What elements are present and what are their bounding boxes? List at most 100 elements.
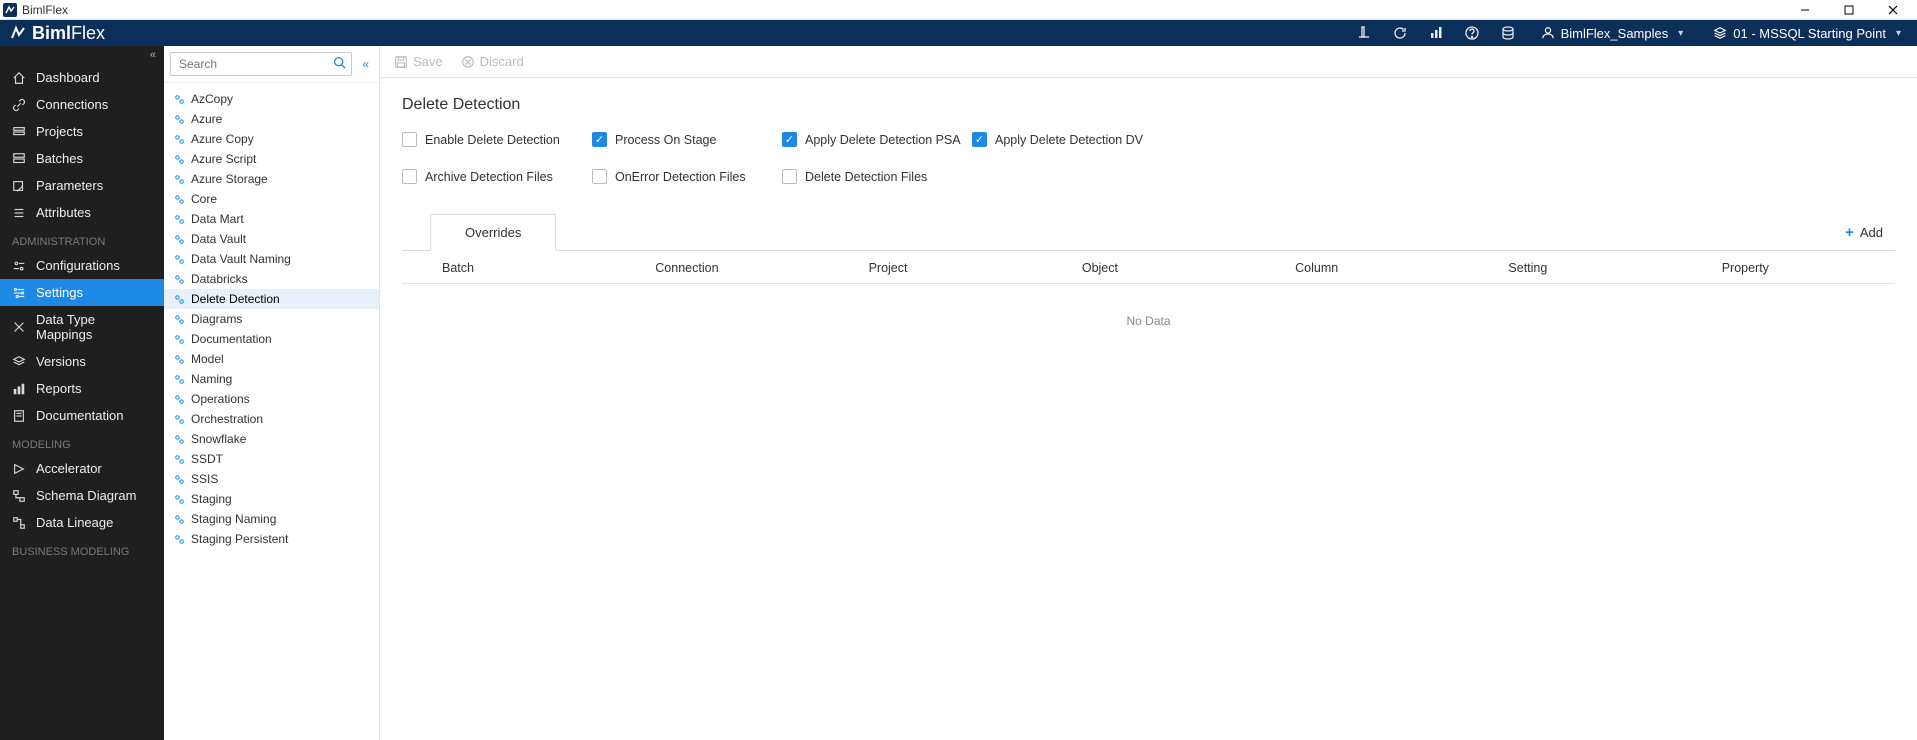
settings-item-label: Diagrams <box>191 312 242 326</box>
grid-column-batch[interactable]: Batch <box>402 261 615 275</box>
grid-column-connection[interactable]: Connection <box>615 261 828 275</box>
settings-item-label: Data Vault Naming <box>191 252 291 266</box>
customer-selector[interactable]: BimlFlex_Samples ▾ <box>1535 26 1690 41</box>
window-close-button[interactable] <box>1871 0 1915 20</box>
checkbox-apply-delete-detection-dv[interactable]: ✓Apply Delete Detection DV <box>972 132 1162 147</box>
sidebar-item-documentation[interactable]: Documentation <box>0 402 164 429</box>
config-icon <box>12 259 26 273</box>
settings-item-ssdt[interactable]: SSDT <box>164 449 379 469</box>
discard-button[interactable]: Discard <box>461 54 524 69</box>
reports-nav-icon[interactable] <box>1427 24 1445 42</box>
sidebar-item-label: Data Type Mappings <box>36 312 152 342</box>
plus-icon: + <box>1845 224 1854 241</box>
settings-item-orchestration[interactable]: Orchestration <box>164 409 379 429</box>
checkbox-box <box>402 132 417 147</box>
settings-item-staging-persistent[interactable]: Staging Persistent <box>164 529 379 549</box>
database-icon[interactable] <box>1499 24 1517 42</box>
settings-item-diagrams[interactable]: Diagrams <box>164 309 379 329</box>
attr-icon <box>12 206 26 220</box>
save-button[interactable]: Save <box>394 54 443 69</box>
gear-icon <box>174 334 185 345</box>
checkbox-process-on-stage[interactable]: ✓Process On Stage <box>592 132 782 147</box>
settings-icon <box>12 286 26 300</box>
settings-item-label: Staging Naming <box>191 512 276 526</box>
sidebar-item-dashboard[interactable]: Dashboard <box>0 64 164 91</box>
sidebar-collapse-button[interactable]: « <box>0 46 164 64</box>
sidebar-item-data-type-mappings[interactable]: Data Type Mappings <box>0 306 164 348</box>
gear-icon <box>174 474 185 485</box>
search-input[interactable] <box>170 52 352 76</box>
brand-part2: Flex <box>71 23 105 43</box>
checkbox-label: OnError Detection Files <box>615 170 746 184</box>
sidebar-item-label: Connections <box>36 97 108 112</box>
gear-icon <box>174 514 185 525</box>
settings-item-data-vault-naming[interactable]: Data Vault Naming <box>164 249 379 269</box>
gear-icon <box>174 294 185 305</box>
help-icon[interactable] <box>1463 24 1481 42</box>
settings-item-core[interactable]: Core <box>164 189 379 209</box>
settings-item-label: Data Vault <box>191 232 246 246</box>
settings-item-ssis[interactable]: SSIS <box>164 469 379 489</box>
settings-item-staging-naming[interactable]: Staging Naming <box>164 509 379 529</box>
doc-icon <box>12 409 26 423</box>
refresh-icon[interactable] <box>1391 24 1409 42</box>
settings-item-data-mart[interactable]: Data Mart <box>164 209 379 229</box>
settings-item-naming[interactable]: Naming <box>164 369 379 389</box>
version-label: 01 - MSSQL Starting Point <box>1733 26 1886 41</box>
sidebar-item-data-lineage[interactable]: Data Lineage <box>0 509 164 536</box>
checkbox-enable-delete-detection[interactable]: Enable Delete Detection <box>402 132 592 147</box>
checkbox-onerror-detection-files[interactable]: OnError Detection Files <box>592 169 782 184</box>
sidebar-item-accelerator[interactable]: Accelerator <box>0 455 164 482</box>
settings-item-snowflake[interactable]: Snowflake <box>164 429 379 449</box>
window-minimize-button[interactable] <box>1783 0 1827 20</box>
grid-column-object[interactable]: Object <box>1042 261 1255 275</box>
settings-item-model[interactable]: Model <box>164 349 379 369</box>
sidebar-item-parameters[interactable]: Parameters <box>0 172 164 199</box>
sidebar-item-connections[interactable]: Connections <box>0 91 164 118</box>
gear-icon <box>174 354 185 365</box>
settings-item-delete-detection[interactable]: Delete Detection <box>164 289 379 309</box>
sidebar-item-versions[interactable]: Versions <box>0 348 164 375</box>
checkbox-box: ✓ <box>592 132 607 147</box>
sidebar-item-configurations[interactable]: Configurations <box>0 252 164 279</box>
settings-collapse-button[interactable]: « <box>358 57 373 71</box>
sidebar-item-reports[interactable]: Reports <box>0 375 164 402</box>
grid-column-property[interactable]: Property <box>1682 261 1895 275</box>
sidebar-item-attributes[interactable]: Attributes <box>0 199 164 226</box>
gear-icon <box>174 94 185 105</box>
checkbox-apply-delete-detection-psa[interactable]: ✓Apply Delete Detection PSA <box>782 132 972 147</box>
search-icon[interactable] <box>333 56 346 69</box>
settings-item-azure-storage[interactable]: Azure Storage <box>164 169 379 189</box>
add-button[interactable]: + Add <box>1845 224 1895 241</box>
sidebar-item-projects[interactable]: Projects <box>0 118 164 145</box>
grid-column-project[interactable]: Project <box>829 261 1042 275</box>
settings-item-label: Delete Detection <box>191 292 280 306</box>
settings-item-label: Snowflake <box>191 432 246 446</box>
brand: BimlFlex <box>10 23 105 44</box>
version-selector[interactable]: 01 - MSSQL Starting Point ▾ <box>1707 26 1907 41</box>
settings-item-staging[interactable]: Staging <box>164 489 379 509</box>
grid-column-column[interactable]: Column <box>1255 261 1468 275</box>
settings-item-label: AzCopy <box>191 92 233 106</box>
grid-no-data: No Data <box>402 284 1895 358</box>
sidebar-section-business: BUSINESS MODELING <box>0 536 164 562</box>
sidebar-item-schema-diagram[interactable]: Schema Diagram <box>0 482 164 509</box>
window-maximize-button[interactable] <box>1827 0 1871 20</box>
checkbox-delete-detection-files[interactable]: Delete Detection Files <box>782 169 972 184</box>
settings-item-azure-copy[interactable]: Azure Copy <box>164 129 379 149</box>
settings-item-documentation[interactable]: Documentation <box>164 329 379 349</box>
settings-item-azure-script[interactable]: Azure Script <box>164 149 379 169</box>
settings-item-databricks[interactable]: Databricks <box>164 269 379 289</box>
settings-item-operations[interactable]: Operations <box>164 389 379 409</box>
sidebar-item-batches[interactable]: Batches <box>0 145 164 172</box>
gear-icon <box>174 154 185 165</box>
sidebar-item-settings[interactable]: Settings <box>0 279 164 306</box>
notifications-icon[interactable] <box>1355 24 1373 42</box>
page-title: Delete Detection <box>402 96 1895 114</box>
grid-column-setting[interactable]: Setting <box>1468 261 1681 275</box>
checkbox-archive-detection-files[interactable]: Archive Detection Files <box>402 169 592 184</box>
settings-item-azure[interactable]: Azure <box>164 109 379 129</box>
settings-item-data-vault[interactable]: Data Vault <box>164 229 379 249</box>
tab-overrides[interactable]: Overrides <box>430 214 556 251</box>
settings-item-azcopy[interactable]: AzCopy <box>164 89 379 109</box>
